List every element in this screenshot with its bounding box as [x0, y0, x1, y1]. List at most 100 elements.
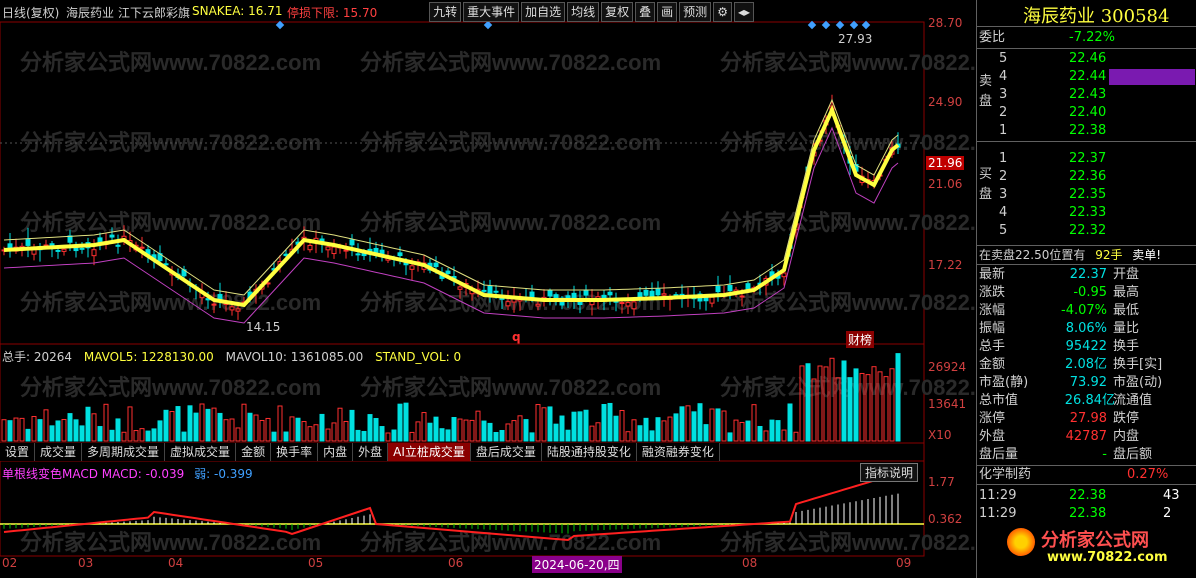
volume-bar: [229, 418, 235, 442]
mavol10-value: MAVOL10: 1361085.00: [225, 350, 364, 364]
toolbar-jiuzhuan[interactable]: 九转: [429, 2, 462, 22]
order-alert-volume: 92手: [1095, 248, 1123, 262]
buy-price[interactable]: 22.32: [1069, 222, 1106, 240]
sector-change: 0.27%: [1127, 467, 1169, 482]
volume-bar: [499, 429, 505, 442]
candle: [433, 262, 439, 268]
macd-axis-label: 1.77: [928, 475, 955, 489]
buy-price[interactable]: 22.33: [1069, 204, 1106, 222]
chart-header: 日线(复权) 海辰药业 江下云郎彩旗 SNAKEA: 16.71 停损下限: 1…: [0, 0, 976, 22]
volume-bar: [367, 414, 373, 442]
volume-bar: [169, 410, 175, 442]
sell-price[interactable]: 22.38: [1069, 122, 1106, 140]
volume-bar: [127, 406, 133, 442]
buy-price[interactable]: 22.35: [1069, 186, 1106, 204]
order-alert-button[interactable]: 卖单!: [1132, 248, 1161, 262]
toolbar-draw[interactable]: 画: [657, 2, 678, 22]
tab-volume[interactable]: 成交量: [35, 443, 83, 461]
date-label: 09: [896, 556, 912, 570]
candle: [91, 249, 97, 257]
mavol5-value: MAVOL5: 1228130.00: [83, 350, 214, 364]
candle: [625, 302, 631, 307]
tab-amount[interactable]: 金额: [236, 443, 272, 461]
tab-multi-period-volume[interactable]: 多周期成交量: [82, 443, 166, 461]
volume-bar: [187, 405, 193, 442]
toolbar-forecast[interactable]: 预测: [679, 2, 712, 22]
indicator-help-button[interactable]: 指标说明: [860, 463, 919, 482]
volume-bar: [1, 419, 7, 442]
volume-total: 总手: 20264: [2, 350, 73, 364]
volume-bar: [781, 429, 787, 442]
tab-outer[interactable]: 外盘: [353, 443, 389, 461]
volume-bar: [289, 416, 295, 442]
tab-after-hours-volume[interactable]: 盘后成交量: [470, 443, 542, 461]
date-label: 02: [2, 556, 18, 570]
volume-bar: [511, 420, 517, 442]
tab-margin[interactable]: 融资融券变化: [636, 443, 720, 461]
volume-bar: [685, 405, 691, 442]
tab-ai-volume[interactable]: AI立桩成交量: [388, 443, 471, 461]
toolbar-overlay[interactable]: 叠: [635, 2, 656, 22]
candle: [739, 295, 745, 298]
toolbar-adjust[interactable]: 复权: [601, 2, 634, 22]
volume-bar: [895, 353, 901, 442]
volume-bar: [793, 431, 799, 442]
volume-axis-label: 13641: [928, 397, 967, 411]
candle: [445, 270, 451, 274]
sell-price[interactable]: 22.40: [1069, 104, 1106, 122]
tab-turnover[interactable]: 换手率: [271, 443, 319, 461]
volume-bar: [763, 430, 769, 442]
volume-bar: [313, 424, 319, 442]
settings-icon[interactable]: ⚙: [713, 2, 732, 22]
volume-bar: [277, 405, 283, 442]
sell-price[interactable]: 22.46: [1069, 50, 1106, 68]
buy-level: 2: [999, 169, 1008, 184]
tab-inner[interactable]: 内盘: [318, 443, 354, 461]
volume-bar: [121, 431, 127, 442]
sell-price[interactable]: 22.43: [1069, 86, 1106, 104]
sector-name[interactable]: 化学制药: [979, 466, 1031, 484]
kline-chart[interactable]: 分析家公式网www.70822.com 分析家公式网www.70822.com 分析…: [0, 0, 976, 578]
buy-price[interactable]: 22.37: [1069, 150, 1106, 168]
indicator-name: 江下云郎彩旗: [118, 6, 191, 20]
volume-bar: [157, 420, 163, 442]
volume-bar: [733, 419, 739, 442]
volume-bar: [223, 419, 229, 442]
logo-text: 分析家公式网: [1041, 530, 1149, 551]
sell-price[interactable]: 22.44: [1069, 68, 1106, 86]
volume-bar: [97, 426, 103, 442]
arrow-icon[interactable]: ◂▸: [733, 2, 754, 22]
volume-bar: [217, 412, 223, 442]
volume-bar: [211, 407, 217, 442]
toolbar-add-watch[interactable]: 加自选: [521, 2, 566, 22]
candle: [745, 283, 751, 290]
tick-volume: 43: [1163, 488, 1180, 503]
volume-bar: [457, 418, 463, 442]
stand-vol-value: STAND_VOL: 0: [375, 350, 462, 364]
volume-bar: [343, 420, 349, 442]
volume-bar: [553, 423, 559, 442]
candle: [73, 247, 79, 252]
divider: [977, 484, 1196, 485]
weibi-label: 委比: [979, 30, 1006, 45]
tab-settings[interactable]: 设置: [0, 443, 36, 461]
tab-northbound[interactable]: 陆股通持股变化: [541, 443, 637, 461]
candle: [163, 263, 169, 266]
snakea-value: SNAKEA: 16.71: [192, 4, 283, 18]
finance-tag[interactable]: 财榜: [846, 331, 875, 348]
candle: [115, 244, 121, 247]
toolbar-ma[interactable]: 均线: [567, 2, 600, 22]
volume-bar: [283, 431, 289, 442]
stat-label: 盘后量: [979, 447, 1019, 462]
tick-time: 11:29: [979, 488, 1017, 503]
candle: [655, 288, 661, 296]
tick-volume: 2: [1163, 506, 1172, 521]
tab-virtual-volume[interactable]: 虚拟成交量: [165, 443, 237, 461]
buy-price[interactable]: 22.36: [1069, 168, 1106, 186]
volume-bar: [7, 420, 13, 442]
date-axis: 02 03 04 05 06 2024-06-20,四 08 09: [0, 556, 976, 574]
toolbar-events[interactable]: 重大事件: [463, 2, 520, 22]
volume-bar: [181, 431, 187, 442]
watermark-text: 分析家公式网www.70822.com: [720, 210, 976, 235]
stat-label: 最新: [979, 267, 1006, 282]
